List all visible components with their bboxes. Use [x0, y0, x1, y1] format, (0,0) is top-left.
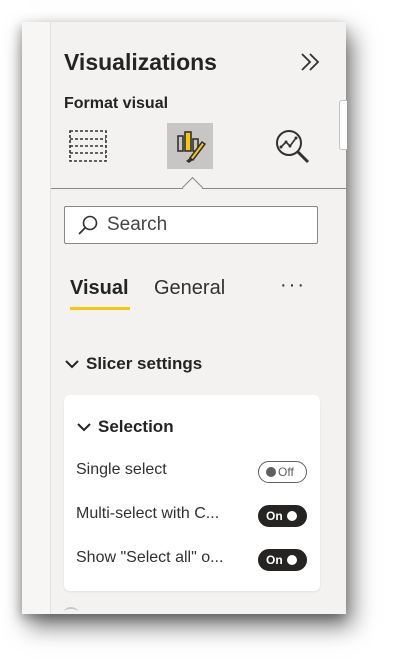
- toggle-state-text: Off: [278, 465, 294, 479]
- tab-general[interactable]: General: [154, 277, 225, 300]
- multi-select-label: Multi-select with C...: [76, 505, 220, 522]
- left-pane-strip: [22, 22, 51, 614]
- more-options-button[interactable]: ···: [280, 274, 306, 297]
- chevron-down-icon: [65, 360, 79, 369]
- table-build-icon: [69, 130, 107, 162]
- selection-label: Selection: [98, 417, 174, 436]
- slicer-settings-label: Slicer settings: [86, 354, 203, 373]
- format-paintbrush-icon: [177, 131, 207, 163]
- double-chevron-right-icon: [301, 53, 320, 71]
- format-visual-heading: Format visual: [64, 95, 169, 112]
- single-select-toggle[interactable]: Off: [258, 461, 307, 483]
- search-input[interactable]: Search: [64, 206, 318, 244]
- slicer-settings-header[interactable]: Slicer settings: [64, 354, 202, 374]
- build-visual-button[interactable]: [65, 123, 111, 169]
- analytics-magnifier-icon: [276, 130, 310, 164]
- active-tab-indicator: [70, 307, 130, 310]
- toggle-knob: [286, 555, 297, 565]
- tab-visual[interactable]: Visual: [70, 277, 129, 300]
- visualizations-pane: Visualizations Format visual Search Visu…: [51, 22, 346, 614]
- toggle-knob: [286, 511, 297, 521]
- selection-card: Selection Single select Off Multi-select…: [64, 395, 320, 591]
- multi-select-toggle[interactable]: On: [258, 505, 307, 527]
- toggle-state-text: On: [266, 509, 283, 523]
- active-icon-pointer: [181, 176, 204, 199]
- next-section-hint: [64, 607, 78, 614]
- search-placeholder: Search: [107, 214, 168, 235]
- analytics-button[interactable]: [269, 123, 315, 169]
- search-icon: [78, 215, 98, 235]
- show-select-all-label: Show "Select all" o...: [76, 549, 224, 566]
- pane-title: Visualizations: [64, 49, 217, 75]
- format-visual-button[interactable]: [167, 123, 213, 169]
- selection-header[interactable]: Selection: [76, 417, 174, 437]
- show-select-all-toggle[interactable]: On: [258, 549, 307, 571]
- chevron-down-icon: [77, 423, 91, 432]
- toggle-knob: [266, 467, 276, 477]
- filters-pane-edge[interactable]: [339, 100, 347, 150]
- toggle-state-text: On: [266, 553, 283, 567]
- collapse-pane-button[interactable]: [295, 48, 325, 76]
- single-select-label: Single select: [76, 461, 167, 478]
